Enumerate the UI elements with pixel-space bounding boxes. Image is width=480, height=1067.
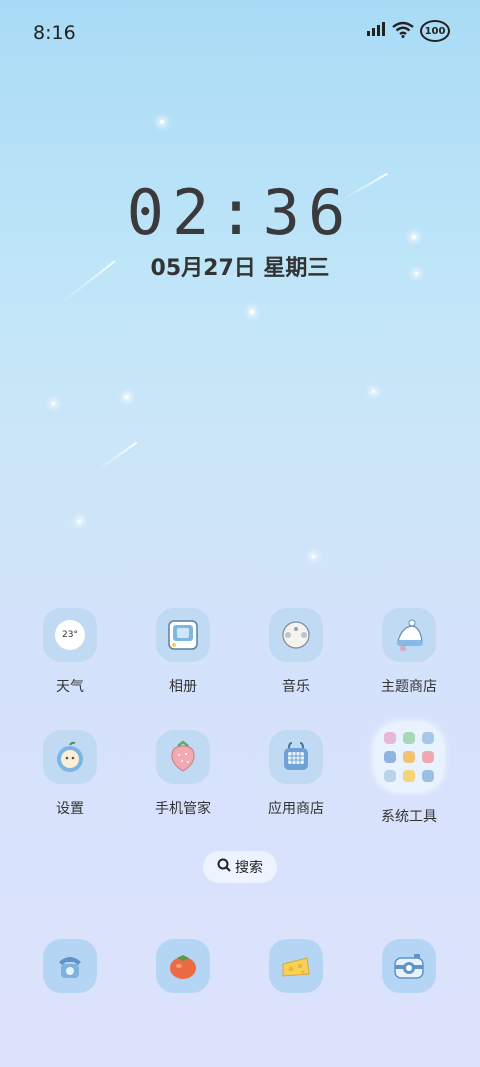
search-button[interactable]: 搜索 bbox=[203, 851, 277, 883]
mini-app-icon bbox=[403, 751, 415, 763]
mini-app-icon bbox=[422, 732, 434, 744]
app-label: 应用商店 bbox=[268, 801, 324, 817]
dock-cheese[interactable] bbox=[241, 939, 351, 993]
status-icons: 100 bbox=[366, 20, 450, 42]
sparkle bbox=[160, 120, 164, 124]
search-label: 搜索 bbox=[235, 860, 263, 876]
sparkle bbox=[372, 390, 375, 393]
mini-app-icon bbox=[384, 732, 396, 744]
mini-app-icon bbox=[384, 770, 396, 782]
sparkle bbox=[312, 555, 315, 558]
mini-app-icon bbox=[384, 751, 396, 763]
cheese-icon bbox=[269, 939, 323, 993]
folder-system-tools[interactable]: 系统工具 bbox=[354, 722, 464, 826]
app-label: 手机管家 bbox=[155, 801, 211, 817]
mini-app-icon bbox=[422, 751, 434, 763]
mini-app-icon bbox=[403, 732, 415, 744]
app-phone-manager[interactable]: 手机管家 bbox=[128, 730, 238, 818]
phone-icon bbox=[43, 939, 97, 993]
signal-icon bbox=[366, 21, 386, 41]
dock-phone[interactable] bbox=[15, 939, 125, 993]
app-music[interactable]: 音乐 bbox=[241, 608, 351, 696]
app-store-icon bbox=[269, 730, 323, 784]
tomato-icon bbox=[156, 939, 210, 993]
shooting-star bbox=[95, 441, 138, 472]
weather-temp: 23° bbox=[55, 620, 85, 650]
app-label: 系统工具 bbox=[381, 809, 437, 825]
wifi-icon bbox=[392, 21, 414, 42]
app-label: 音乐 bbox=[282, 679, 310, 695]
settings-icon bbox=[43, 730, 97, 784]
system-tools-folder-icon bbox=[374, 722, 444, 792]
dock-tomato[interactable] bbox=[128, 939, 238, 993]
sparkle bbox=[52, 402, 55, 405]
dock-camera[interactable] bbox=[354, 939, 464, 993]
app-label: 设置 bbox=[56, 801, 84, 817]
theme-store-icon bbox=[382, 608, 436, 662]
phone-manager-icon bbox=[156, 730, 210, 784]
mini-app-icon bbox=[403, 770, 415, 782]
clock-date: 05月27日 星期三 bbox=[150, 256, 330, 281]
weather-icon: 23° bbox=[43, 608, 97, 662]
status-time: 8:16 bbox=[33, 22, 76, 44]
sparkle bbox=[125, 395, 129, 399]
app-gallery[interactable]: 相册 bbox=[128, 608, 238, 696]
battery-icon: 100 bbox=[420, 20, 450, 42]
music-icon bbox=[269, 608, 323, 662]
app-app-store[interactable]: 应用商店 bbox=[241, 730, 351, 818]
app-label: 相册 bbox=[169, 679, 197, 695]
app-label: 主题商店 bbox=[381, 679, 437, 695]
gallery-icon bbox=[156, 608, 210, 662]
clock-time: 02:36 bbox=[126, 176, 354, 249]
status-bar: 8:16 100 bbox=[0, 0, 480, 68]
app-label: 天气 bbox=[56, 679, 84, 695]
camera-icon bbox=[382, 939, 436, 993]
sparkle bbox=[78, 520, 81, 523]
app-theme-store[interactable]: 主题商店 bbox=[354, 608, 464, 696]
search-icon bbox=[217, 858, 231, 876]
app-settings[interactable]: 设置 bbox=[15, 730, 125, 818]
app-weather[interactable]: 23° 天气 bbox=[15, 608, 125, 696]
mini-app-icon bbox=[422, 770, 434, 782]
sparkle bbox=[250, 310, 254, 314]
